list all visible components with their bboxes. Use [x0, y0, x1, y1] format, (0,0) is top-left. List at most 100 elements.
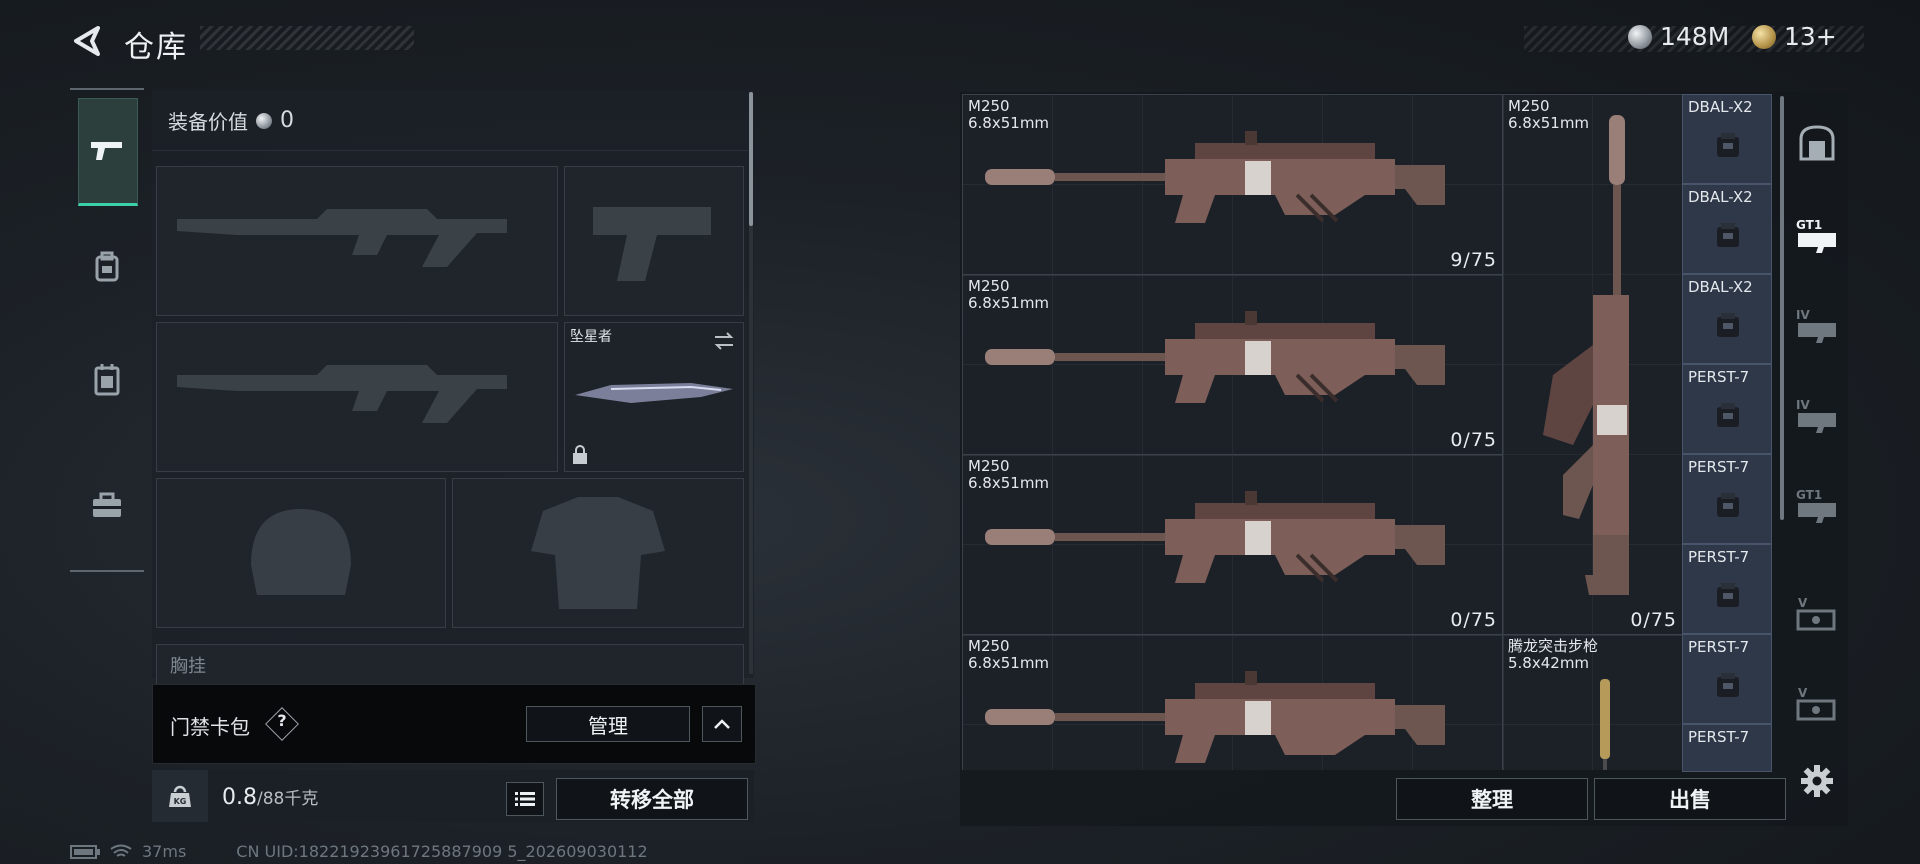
transfer-all-button[interactable]: 转移全部	[556, 778, 748, 820]
sort-button[interactable]: 整理	[1396, 778, 1588, 820]
armor-slot[interactable]	[452, 478, 744, 628]
scope-name: DBAL-X2	[1688, 188, 1753, 206]
equipment-value-amount: 0	[280, 108, 294, 133]
scope-item[interactable]: PERST-7	[1682, 724, 1772, 772]
iv-container-icon[interactable]: IV	[1794, 302, 1840, 348]
gt1-container-icon[interactable]: GT1	[1794, 212, 1840, 258]
container-label: GT1	[1796, 218, 1822, 232]
stash-item[interactable]: M250 6.8x51mm	[962, 634, 1504, 770]
scope-name: DBAL-X2	[1688, 278, 1753, 296]
stash-item[interactable]: 腾龙突击步枪 5.8x42mm	[1502, 634, 1684, 770]
silver-coin-icon	[256, 112, 272, 129]
page-title: 仓库	[124, 30, 188, 65]
scope-name: PERST-7	[1688, 458, 1750, 476]
chest-rig-icon[interactable]	[78, 350, 136, 408]
scope-item[interactable]: DBAL-X2	[1682, 94, 1772, 184]
keycard-label: 门禁卡包	[170, 715, 250, 739]
kettlebell-icon: KG	[169, 785, 191, 807]
stash-item[interactable]: M250 6.8x51mm 0/75	[962, 274, 1504, 456]
scope-attachment-icon	[1717, 673, 1739, 697]
scope-name: DBAL-X2	[1688, 98, 1753, 116]
wifi-icon	[110, 844, 132, 857]
m250-gun-icon	[985, 671, 1445, 763]
title-decoration	[200, 26, 414, 50]
gold-amount: 13+	[1784, 22, 1837, 51]
backpack-icon[interactable]	[78, 238, 136, 296]
list-icon	[515, 792, 535, 806]
container-rail: GT1 IV IV GT1 V V	[1784, 96, 1848, 776]
scope-attachment-icon	[1717, 313, 1739, 337]
weight-readout: 0.8/88千克	[222, 784, 318, 810]
v-container-icon[interactable]: V	[1794, 680, 1840, 726]
primary-weapon-slot-1[interactable]	[156, 166, 558, 316]
weight-icon-box: KG	[152, 770, 208, 822]
helmet-slot[interactable]	[156, 478, 446, 628]
container-label: GT1	[1796, 488, 1822, 502]
scope-attachment-icon	[1717, 493, 1739, 517]
lock-icon	[573, 445, 587, 464]
toolbox-icon[interactable]	[78, 476, 136, 534]
currency-silver[interactable]: 148M	[1628, 22, 1729, 51]
stash-item[interactable]: M250 6.8x51mm 0/75	[1502, 94, 1684, 636]
back-arrow-icon[interactable]	[70, 24, 104, 58]
primary-weapon-slot-2[interactable]	[156, 322, 558, 472]
stash-item[interactable]: M250 6.8x51mm 9/75	[962, 94, 1504, 276]
scope-attachment-icon	[1717, 223, 1739, 247]
gear-icon[interactable]	[1800, 764, 1834, 798]
scope-item[interactable]: DBAL-X2	[1682, 184, 1772, 274]
stash-grid: M250 6.8x51mm 9/75 M250 6.8x51mm 0/75 M2…	[962, 94, 1732, 770]
collapse-button[interactable]	[702, 706, 742, 742]
safe-box-icon[interactable]	[1794, 120, 1840, 166]
container-label: V	[1798, 596, 1808, 610]
item-count: 0/75	[1630, 609, 1677, 631]
rifle-silhouette-icon	[177, 365, 507, 423]
melee-name: 坠星者	[570, 329, 612, 345]
scope-item[interactable]: PERST-7	[1682, 544, 1772, 634]
silver-coin-icon	[1628, 24, 1652, 49]
equipment-scrollbar[interactable]	[749, 92, 753, 226]
equipment-value-label: 装备价值	[168, 110, 248, 134]
helmet-silhouette-icon	[251, 509, 351, 595]
ping-value: 37ms	[142, 842, 187, 861]
status-bar: 37ms CN UID:18221923961725887909 5_20260…	[70, 842, 648, 861]
item-name: 腾龙突击步枪 5.8x42mm	[1508, 637, 1599, 672]
container-label: IV	[1796, 308, 1810, 322]
rifle-silhouette-icon	[177, 209, 507, 267]
m250-gun-icon	[985, 491, 1445, 583]
manage-button[interactable]: 管理	[526, 706, 690, 742]
chest-rig-slot[interactable]	[156, 644, 744, 686]
uid-text: CN UID:18221923961725887909 5_2026090301…	[236, 842, 648, 861]
item-count: 9/75	[1450, 249, 1497, 271]
list-view-button[interactable]	[506, 782, 544, 816]
gold-coin-icon	[1752, 24, 1776, 49]
scope-attachment-icon	[1717, 403, 1739, 427]
pistol-slot[interactable]	[564, 166, 744, 316]
scope-item[interactable]: PERST-7	[1682, 364, 1772, 454]
scope-name: PERST-7	[1688, 368, 1750, 386]
v-container-icon[interactable]: V	[1794, 590, 1840, 636]
melee-knife-icon	[575, 383, 733, 403]
scope-item[interactable]: PERST-7	[1682, 454, 1772, 544]
chevron-up-icon	[714, 719, 730, 729]
sell-button[interactable]: 出售	[1594, 778, 1786, 820]
pistol-icon	[78, 122, 136, 180]
scope-item[interactable]: DBAL-X2	[1682, 274, 1772, 364]
m250-gun-vertical-icon	[1543, 115, 1629, 595]
pistol-silhouette-icon	[593, 207, 711, 281]
currency-gold[interactable]: 13+	[1752, 22, 1837, 51]
scope-attachment-icon	[1717, 133, 1739, 157]
container-label: IV	[1796, 398, 1810, 412]
silver-amount: 148M	[1660, 22, 1730, 51]
gt1-container-icon[interactable]: GT1	[1794, 482, 1840, 528]
container-label: V	[1798, 686, 1808, 700]
swap-icon[interactable]	[713, 331, 735, 351]
iv-container-icon[interactable]: IV	[1794, 392, 1840, 438]
armor-silhouette-icon	[531, 497, 665, 609]
scope-name: PERST-7	[1688, 728, 1750, 746]
svg-text:KG: KG	[174, 797, 187, 806]
stash-item[interactable]: M250 6.8x51mm 0/75	[962, 454, 1504, 636]
scope-item[interactable]: PERST-7	[1682, 634, 1772, 724]
help-icon[interactable]: ?	[276, 711, 288, 730]
scope-name: PERST-7	[1688, 638, 1750, 656]
battery-icon	[70, 844, 100, 859]
